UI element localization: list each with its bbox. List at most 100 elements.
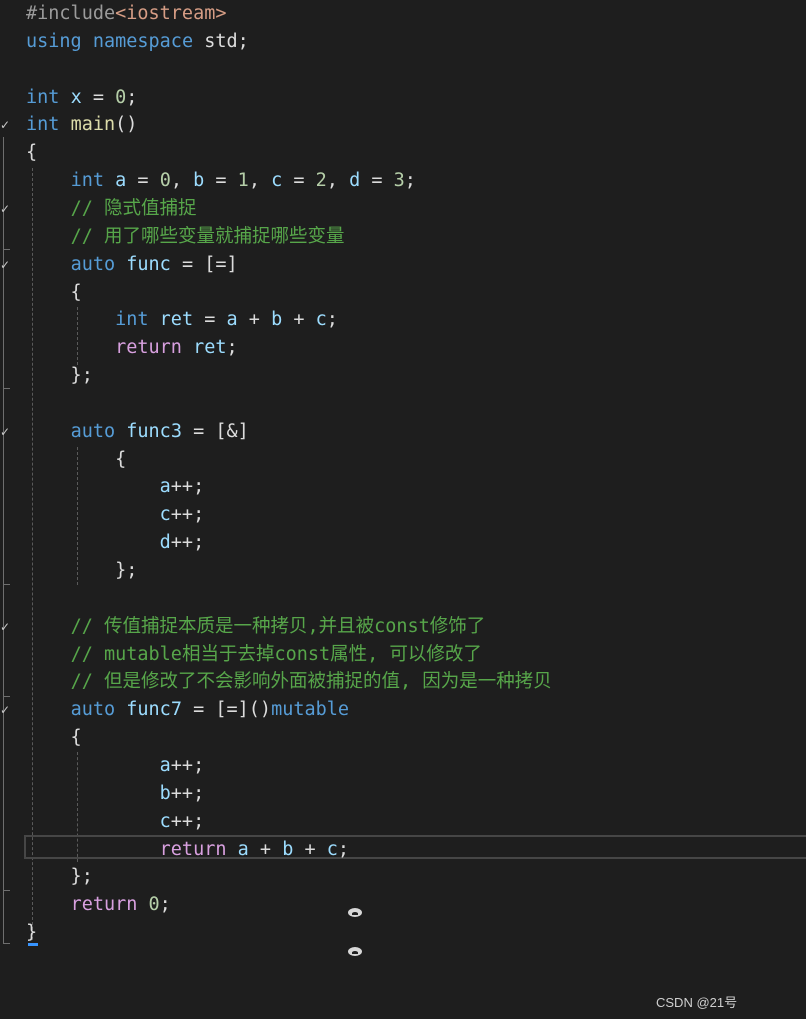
- code-line[interactable]: #include<iostream>: [26, 0, 227, 28]
- code-line[interactable]: };: [26, 362, 93, 390]
- code-token: <iostream>: [115, 3, 227, 24]
- code-line[interactable]: int ret = a + b + c;: [26, 306, 338, 334]
- code-line[interactable]: // 传值捕捉本质是一种拷贝,并且被const修饰了: [26, 613, 486, 641]
- code-line[interactable]: d++;: [26, 529, 205, 557]
- scroll-indicator-icon[interactable]: [348, 908, 362, 917]
- code-token: {: [26, 281, 82, 303]
- code-line[interactable]: c++;: [26, 808, 205, 836]
- code-token: =: [204, 170, 238, 192]
- code-line[interactable]: {: [26, 724, 82, 752]
- code-token: = [=]: [170, 253, 238, 275]
- fold-toggle-icon[interactable]: ✓: [0, 418, 10, 446]
- code-token: ,: [248, 170, 272, 192]
- code-line[interactable]: auto func = [=]: [26, 251, 238, 279]
- fold-toggle-icon[interactable]: ✓: [0, 613, 10, 641]
- code-line[interactable]: // 但是修改了不会影响外面被捕捉的值, 因为是一种拷贝: [26, 668, 552, 696]
- code-token: // 隐式值捕捉: [70, 197, 197, 219]
- fold-region-end: [3, 890, 10, 891]
- code-token: 0: [148, 894, 160, 916]
- code-token: return: [70, 894, 138, 916]
- code-line[interactable]: auto func7 = [=]()mutable: [26, 696, 349, 724]
- code-token: // 传值捕捉本质是一种拷贝,并且被const修饰了: [70, 615, 486, 637]
- code-token: mutable: [271, 699, 350, 721]
- scroll-indicator-icon[interactable]: [348, 947, 362, 956]
- code-token: }: [26, 922, 38, 944]
- code-line[interactable]: a++;: [26, 473, 205, 501]
- code-token: +: [248, 838, 283, 860]
- code-token: b: [193, 170, 205, 192]
- code-line[interactable]: return 0;: [26, 891, 171, 919]
- fold-toggle-icon[interactable]: ✓: [0, 111, 10, 139]
- code-line[interactable]: c++;: [26, 501, 205, 529]
- code-token: ;: [326, 309, 338, 331]
- code-line[interactable]: using namespace std;: [26, 28, 249, 56]
- code-line[interactable]: {: [26, 446, 126, 474]
- code-token: c: [271, 170, 283, 192]
- code-token: ;: [126, 86, 138, 108]
- code-token: int: [70, 170, 104, 192]
- code-line[interactable]: return a + b + c;: [26, 836, 349, 864]
- code-line[interactable]: a++;: [26, 752, 205, 780]
- code-line[interactable]: // mutable相当于去掉const属性, 可以修改了: [26, 641, 482, 669]
- code-line[interactable]: // 用了哪些变量就捕捉哪些变量: [26, 223, 345, 251]
- code-editor[interactable]: #include<iostream> using namespace std; in…: [0, 0, 806, 1019]
- code-line[interactable]: };: [26, 557, 137, 585]
- code-token: 1: [237, 170, 249, 192]
- code-line[interactable]: int x = 0;: [26, 84, 137, 112]
- code-token: func3: [126, 420, 182, 442]
- fold-region-end: [3, 388, 10, 389]
- fold-toggle-icon[interactable]: ✓: [0, 696, 10, 724]
- code-token: func: [126, 253, 171, 275]
- code-token: = [&]: [181, 420, 249, 442]
- code-line[interactable]: // 隐式值捕捉: [26, 195, 197, 223]
- code-token: int: [26, 86, 60, 108]
- code-line[interactable]: };: [26, 863, 93, 891]
- code-token: {: [26, 448, 127, 470]
- code-line[interactable]: b++;: [26, 780, 205, 808]
- code-token: ;: [159, 894, 171, 916]
- code-token: b: [282, 838, 294, 860]
- code-line[interactable]: int main(): [26, 111, 137, 139]
- fold-region-end: [3, 584, 10, 585]
- code-token: (): [115, 114, 138, 136]
- code-line[interactable]: auto func3 = [&]: [26, 418, 249, 446]
- code-token: =: [81, 86, 116, 108]
- code-line[interactable]: return ret;: [26, 334, 238, 362]
- code-token: = [=](): [181, 699, 272, 721]
- code-token: 2: [315, 170, 327, 192]
- code-token: ++;: [170, 810, 205, 832]
- code-token: b: [271, 309, 283, 331]
- code-token: 0: [115, 86, 127, 108]
- code-token: b: [159, 782, 171, 804]
- code-token: ++;: [170, 754, 205, 776]
- code-line[interactable]: int a = 0, b = 1, c = 2, d = 3;: [26, 167, 416, 195]
- code-token: =: [193, 309, 227, 331]
- fold-toggle-icon[interactable]: ✓: [0, 195, 10, 223]
- fold-toggle-icon[interactable]: ✓: [0, 251, 10, 279]
- cursor-marker: [28, 943, 38, 946]
- code-token: ret: [159, 309, 194, 331]
- code-token: return: [115, 337, 182, 359]
- code-token: ++;: [170, 782, 205, 804]
- code-line[interactable]: {: [26, 139, 37, 167]
- code-token: =: [282, 170, 316, 192]
- code-line[interactable]: {: [26, 279, 82, 307]
